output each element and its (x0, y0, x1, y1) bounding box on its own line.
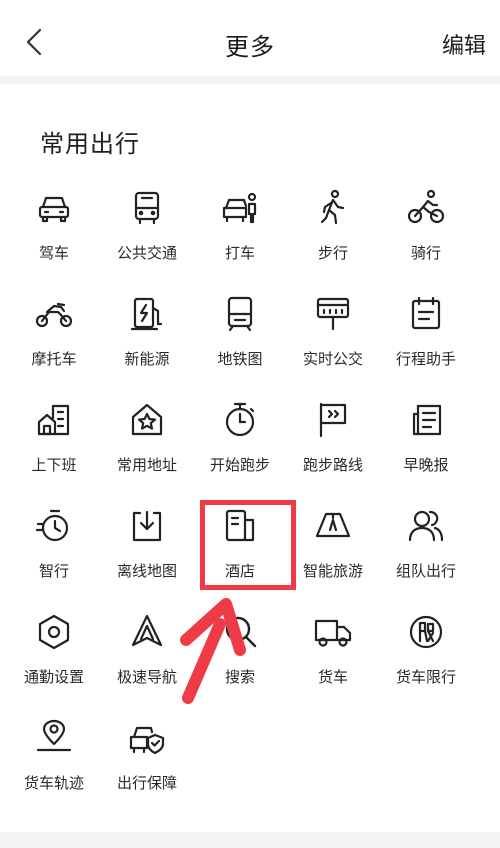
team-icon (406, 506, 446, 546)
feature-label: 新能源 (124, 350, 170, 368)
feature-label: 步行 (317, 244, 348, 262)
restriction-icon (406, 612, 446, 652)
feature-realtime-bus[interactable]: 实时公交 (287, 276, 379, 382)
feature-label: 组队出行 (395, 562, 456, 580)
feature-label: 地铁图 (217, 350, 263, 368)
feature-new-energy[interactable]: 新能源 (101, 276, 193, 382)
feature-search[interactable]: 搜索 (194, 594, 286, 700)
charging-station-icon (127, 294, 167, 334)
feature-label: 离线地图 (116, 562, 177, 580)
highlight-box (200, 500, 296, 590)
feature-commute[interactable]: 上下班 (8, 382, 100, 488)
section-title: 常用出行 (40, 130, 140, 158)
truck-icon (313, 612, 353, 652)
feature-motorcycle[interactable]: 摩托车 (8, 276, 100, 382)
location-track-icon (34, 718, 74, 758)
taxi-icon (220, 188, 260, 228)
travel-panel: 常用出行 驾车 公共交通 打车 步行 骑行 摩托车 新能源 地铁图 实时公交 行… (0, 84, 500, 832)
car-shield-icon (127, 718, 167, 758)
top-nav-bar: 更多 编辑 (0, 0, 500, 76)
feature-start-running[interactable]: 开始跑步 (194, 382, 286, 488)
feature-common-address[interactable]: 常用地址 (101, 382, 193, 488)
feature-label: 上下班 (31, 456, 77, 474)
feature-truck-track[interactable]: 货车轨迹 (8, 700, 100, 806)
tour-icon (313, 506, 353, 546)
feature-label: 跑步路线 (302, 456, 363, 474)
home-star-icon (127, 400, 167, 440)
feature-label: 开始跑步 (209, 456, 270, 474)
page-title: 更多 (225, 33, 275, 61)
feature-grid: 驾车 公共交通 打车 步行 骑行 摩托车 新能源 地铁图 实时公交 行程助手 上… (8, 170, 492, 806)
newspaper-icon (406, 400, 446, 440)
feature-taxi[interactable]: 打车 (194, 170, 286, 276)
search-icon (220, 612, 260, 652)
feature-label: 货车轨迹 (23, 774, 84, 792)
feature-label: 摩托车 (31, 350, 77, 368)
feature-subway-map[interactable]: 地铁图 (194, 276, 286, 382)
feature-label: 公共交通 (116, 244, 177, 262)
feature-label: 极速导航 (116, 668, 177, 686)
feature-label: 早晚报 (403, 456, 449, 474)
bike-icon (406, 188, 446, 228)
feature-running-route[interactable]: 跑步路线 (287, 382, 379, 488)
feature-fast-navigation[interactable]: 极速导航 (101, 594, 193, 700)
feature-label: 实时公交 (302, 350, 363, 368)
car-icon (34, 188, 74, 228)
feature-truck-restriction[interactable]: 货车限行 (380, 594, 472, 700)
feature-label: 常用地址 (116, 456, 177, 474)
edit-button[interactable]: 编辑 (442, 28, 486, 60)
feature-label: 智行 (38, 562, 69, 580)
navigation-arrow-icon (127, 612, 167, 652)
feature-trip-assistant[interactable]: 行程助手 (380, 276, 472, 382)
download-icon (127, 506, 167, 546)
bus-icon (127, 188, 167, 228)
feature-commute-settings[interactable]: 通勤设置 (8, 594, 100, 700)
flag-icon (313, 400, 353, 440)
feature-offline-map[interactable]: 离线地图 (101, 488, 193, 594)
feature-label: 货车限行 (395, 668, 456, 686)
hexagon-settings-icon (34, 612, 74, 652)
feature-label: 货车 (317, 668, 348, 686)
feature-morning-evening-news[interactable]: 早晚报 (380, 382, 472, 488)
feature-label: 驾车 (38, 244, 69, 262)
feature-label: 智能旅游 (302, 562, 363, 580)
feature-label: 行程助手 (395, 350, 456, 368)
motorcycle-icon (34, 294, 74, 334)
feature-label: 搜索 (224, 668, 255, 686)
feature-cycling[interactable]: 骑行 (380, 170, 472, 276)
feature-label: 骑行 (410, 244, 441, 262)
feature-walk[interactable]: 步行 (287, 170, 379, 276)
feature-team-travel[interactable]: 组队出行 (380, 488, 472, 594)
feature-truck[interactable]: 货车 (287, 594, 379, 700)
calendar-icon (406, 294, 446, 334)
commute-building-icon (34, 400, 74, 440)
stopwatch-icon (220, 400, 260, 440)
feature-travel-protection[interactable]: 出行保障 (101, 700, 193, 806)
feature-label: 打车 (224, 244, 255, 262)
feature-drive[interactable]: 驾车 (8, 170, 100, 276)
feature-smart-travel[interactable]: 智行 (8, 488, 100, 594)
feature-label: 出行保障 (116, 774, 177, 792)
subway-icon (220, 294, 260, 334)
bus-stop-icon (313, 294, 353, 334)
feature-public-transport[interactable]: 公共交通 (101, 170, 193, 276)
smart-travel-icon (34, 506, 74, 546)
feature-smart-tour[interactable]: 智能旅游 (287, 488, 379, 594)
walk-icon (313, 188, 353, 228)
feature-label: 通勤设置 (23, 668, 84, 686)
